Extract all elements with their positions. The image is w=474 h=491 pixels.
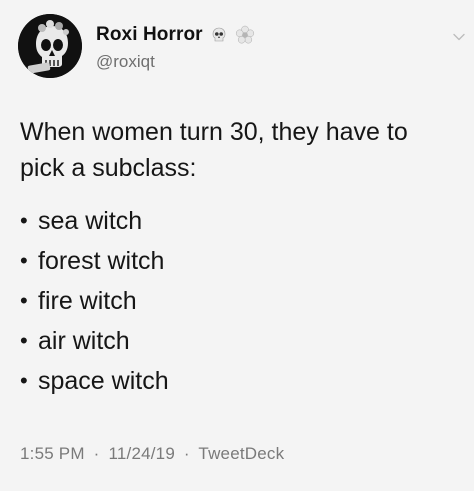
list-item-label: fire witch [38,287,137,315]
list-item: • forest witch [20,241,169,281]
list-item: • sea witch [20,201,169,241]
tweet-text: When women turn 30, they have to pick a … [20,114,460,186]
meta-separator: · [183,444,190,463]
skull-emoji-icon [209,25,229,45]
list-item: • air witch [20,321,169,361]
tweet-date[interactable]: 11/24/19 [108,444,175,463]
display-name[interactable]: Roxi Horror [96,24,203,46]
bullet: • [20,288,28,313]
bullet: • [20,368,28,393]
avatar[interactable] [18,14,82,78]
tweet-card: Roxi Horror @roxiqt When women turn 30, … [0,0,474,491]
subclass-list: • sea witch • forest witch • fire witch … [20,201,169,401]
list-item-label: sea witch [38,207,143,235]
chevron-down-icon[interactable] [452,30,466,44]
bullet: • [20,328,28,353]
list-item: • fire witch [20,281,169,321]
tweet-meta: 1:55 PM · 11/24/19 · TweetDeck [20,444,284,464]
skull-avatar-icon [18,14,82,78]
list-item-label: forest witch [38,247,165,275]
flower-emoji-icon [235,25,255,45]
author-name-row[interactable]: Roxi Horror [96,24,255,46]
list-item-label: space witch [38,367,169,395]
meta-separator: · [93,444,100,463]
tweet-time[interactable]: 1:55 PM [20,444,85,463]
list-item-label: air witch [38,327,130,355]
author-handle[interactable]: @roxiqt [96,52,155,72]
bullet: • [20,208,28,233]
list-item: • space witch [20,361,169,401]
tweet-text-line-2: pick a subclass: [20,154,197,182]
tweet-text-line-1: When women turn 30, they have to [20,118,408,146]
bullet: • [20,248,28,273]
tweet-source[interactable]: TweetDeck [198,444,284,463]
